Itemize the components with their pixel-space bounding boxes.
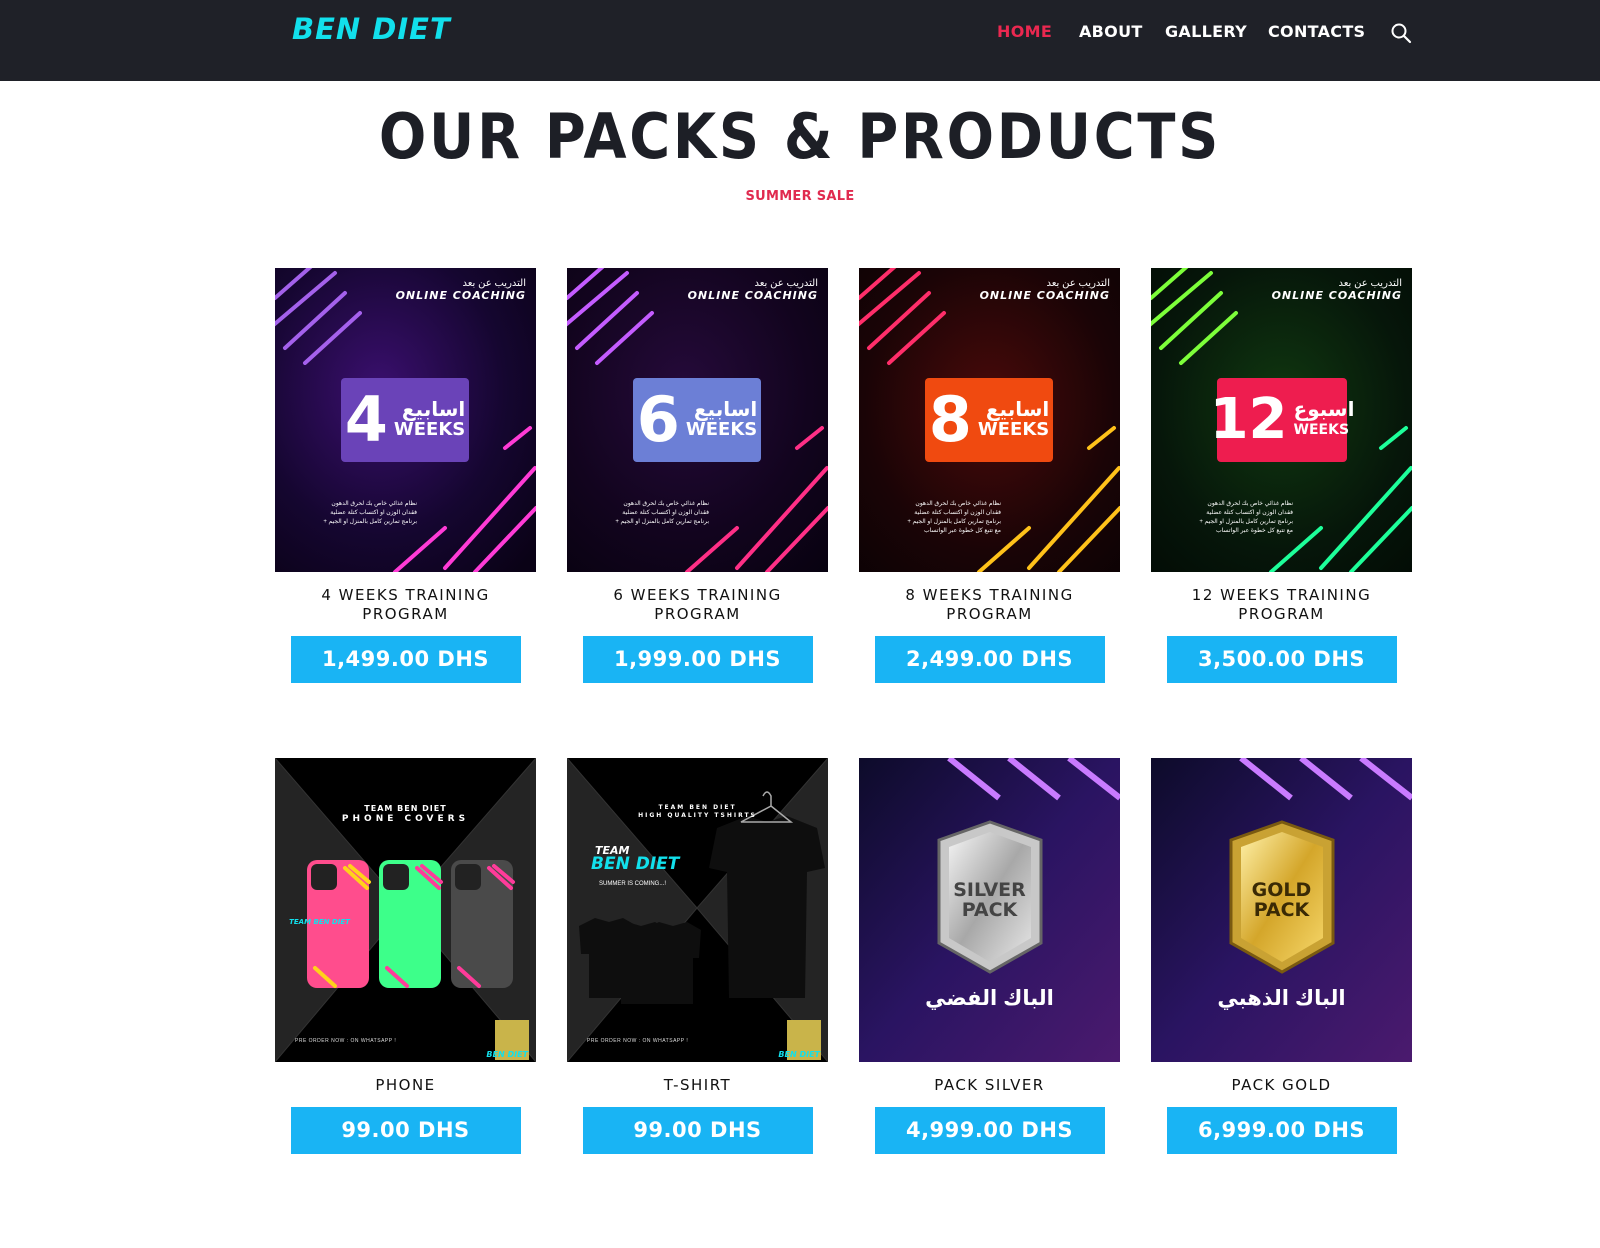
weeks-badge: 4 اسابيع WEEKS — [341, 378, 469, 462]
preorder-note: PRE ORDER NOW : ON WHATSAPP ! — [587, 1038, 689, 1044]
product-image[interactable]: التدريب عن بعد ONLINE COACHING 12 اسبوع W… — [1151, 268, 1412, 572]
phone-covers-subheading: PHONE COVERS — [341, 814, 470, 824]
preorder-note: PRE ORDER NOW : ON WHATSAPP ! — [295, 1038, 397, 1044]
price-button[interactable]: 3,500.00 DHS — [1166, 636, 1397, 683]
weeks-label: WEEKS — [685, 419, 758, 440]
brand-name: BEN DIET — [591, 854, 680, 874]
price-button[interactable]: 6,999.00 DHS — [1166, 1107, 1397, 1154]
nav-contacts[interactable]: CONTACTS — [1268, 22, 1365, 41]
pack-arabic-label: الباك الفضي — [925, 987, 1054, 1010]
product-image[interactable]: SILVER PACK الباك الفضي — [859, 758, 1120, 1062]
weeks-badge: 6 اسابيع WEEKS — [633, 378, 761, 462]
page-title: OUR PACKS & PRODUCTS — [378, 100, 1222, 173]
product-card-6-weeks[interactable]: التدريب عن بعد ONLINE COACHING 6 اسابيع W… — [567, 268, 828, 683]
coaching-title: ONLINE COACHING — [395, 289, 526, 302]
product-card-pack-gold[interactable]: GOLD PACK الباك الذهبي PACK GOLD 6,999.0… — [1151, 758, 1412, 1154]
weeks-badge: 12 اسبوع WEEKS — [1210, 378, 1354, 462]
weeks-arabic: اسابيع — [693, 399, 758, 421]
coaching-title: ONLINE COACHING — [979, 289, 1110, 302]
coaching-description: نظام غذائي خاص بك لحرق الدهون فقدان الوزن… — [615, 501, 709, 525]
tshirt-subheading: HIGH QUALITY TSHIRTS — [638, 812, 757, 819]
nav-gallery[interactable]: GALLERY — [1165, 22, 1247, 41]
product-image[interactable]: التدريب عن بعد ONLINE COACHING 4 اسابيع W… — [275, 268, 536, 572]
weeks-badge: 8 اسابيع WEEKS — [925, 378, 1053, 462]
product-card-tshirt[interactable]: TEAM BEN DIET HIGH QUALITY TSHIRTS TEAM … — [567, 758, 828, 1154]
weeks-label: WEEKS — [393, 419, 466, 440]
brand-tag: BEN DIET — [486, 1050, 528, 1059]
product-card-pack-silver[interactable]: SILVER PACK الباك الفضي PACK SILVER 4,99… — [859, 758, 1120, 1154]
product-card-8-weeks[interactable]: التدريب عن بعد ONLINE COACHING 8 اسابيع W… — [859, 268, 1120, 683]
main-nav: HOME ABOUT GALLERY CONTACTS — [0, 22, 1600, 46]
pack-arabic-label: الباك الذهبي — [1217, 987, 1346, 1010]
product-image[interactable]: التدريب عن بعد ONLINE COACHING 8 اسابيع W… — [859, 268, 1120, 572]
price-button[interactable]: 1,999.00 DHS — [582, 636, 813, 683]
nav-home[interactable]: HOME — [997, 22, 1052, 41]
coaching-description: نظام غذائي خاص بك لحرق الدهون فقدان الوزن… — [907, 501, 1001, 534]
shield-label-line1: GOLD — [1251, 879, 1312, 901]
price-button[interactable]: 4,999.00 DHS — [874, 1107, 1105, 1154]
product-name[interactable]: PACK GOLD — [1151, 1076, 1412, 1095]
shield-label-line2: PACK — [1253, 899, 1310, 921]
product-image[interactable]: TEAM BEN DIET HIGH QUALITY TSHIRTS TEAM … — [567, 758, 828, 1062]
weeks-arabic: اسبوع — [1293, 399, 1355, 421]
tshirt-heading: TEAM BEN DIET — [658, 804, 737, 811]
brand-tagline: SUMMER IS COMING...! — [599, 881, 667, 887]
product-name[interactable]: 4 WEEKS TRAINING PROGRAM — [275, 586, 536, 624]
brand-tag: BEN DIET — [778, 1050, 820, 1059]
weeks-label: WEEKS — [977, 419, 1050, 440]
phone-case-brand: TEAM BEN DIET — [289, 918, 350, 926]
product-name[interactable]: PHONE — [275, 1076, 536, 1095]
product-image[interactable]: TEAM BEN DIET PHONE COVERS TEAM BEN DIET… — [275, 758, 536, 1062]
weeks-number: 12 — [1209, 387, 1288, 452]
weeks-label: WEEKS — [1293, 422, 1350, 438]
product-name[interactable]: 8 WEEKS TRAINING PROGRAM — [859, 586, 1120, 624]
price-button[interactable]: 99.00 DHS — [582, 1107, 813, 1154]
coaching-description: نظام غذائي خاص بك لحرق الدهون فقدان الوزن… — [1199, 501, 1293, 534]
weeks-arabic: اسابيع — [401, 399, 466, 421]
search-icon[interactable] — [1390, 22, 1412, 44]
product-card-4-weeks[interactable]: التدريب عن بعد ONLINE COACHING 4 اسابيع W… — [275, 268, 536, 683]
product-name[interactable]: 12 WEEKS TRAINING PROGRAM — [1151, 586, 1412, 624]
coaching-title: ONLINE COACHING — [1271, 289, 1402, 302]
coaching-title: ONLINE COACHING — [687, 289, 818, 302]
product-card-phone[interactable]: TEAM BEN DIET PHONE COVERS TEAM BEN DIET… — [275, 758, 536, 1154]
top-navigation-bar: BEN DIET HOME ABOUT GALLERY CONTACTS — [0, 0, 1600, 81]
product-image[interactable]: التدريب عن بعد ONLINE COACHING 6 اسابيع W… — [567, 268, 828, 572]
weeks-number: 4 — [344, 383, 388, 456]
price-button[interactable]: 99.00 DHS — [290, 1107, 521, 1154]
coaching-arabic-title: التدريب عن بعد — [754, 278, 818, 289]
weeks-arabic: اسابيع — [985, 399, 1050, 421]
coaching-arabic-title: التدريب عن بعد — [462, 278, 526, 289]
product-card-12-weeks[interactable]: التدريب عن بعد ONLINE COACHING 12 اسبوع W… — [1151, 268, 1412, 683]
price-button[interactable]: 2,499.00 DHS — [874, 636, 1105, 683]
coaching-arabic-title: التدريب عن بعد — [1338, 278, 1402, 289]
product-image[interactable]: GOLD PACK الباك الذهبي — [1151, 758, 1412, 1062]
phone-covers-heading: TEAM BEN DIET — [364, 804, 447, 813]
weeks-number: 6 — [636, 383, 680, 456]
coaching-arabic-title: التدريب عن بعد — [1046, 278, 1110, 289]
section-subtitle: SUMMER SALE — [745, 189, 855, 204]
nav-about[interactable]: ABOUT — [1079, 22, 1143, 41]
price-button[interactable]: 1,499.00 DHS — [290, 636, 521, 683]
weeks-number: 8 — [928, 383, 972, 456]
product-name[interactable]: PACK SILVER — [859, 1076, 1120, 1095]
shield-label-line2: PACK — [961, 899, 1018, 921]
coaching-description: نظام غذائي خاص بك لحرق الدهون فقدان الوزن… — [323, 501, 417, 525]
shield-label-line1: SILVER — [953, 879, 1026, 901]
product-name[interactable]: 6 WEEKS TRAINING PROGRAM — [567, 586, 828, 624]
product-name[interactable]: T-SHIRT — [567, 1076, 828, 1095]
